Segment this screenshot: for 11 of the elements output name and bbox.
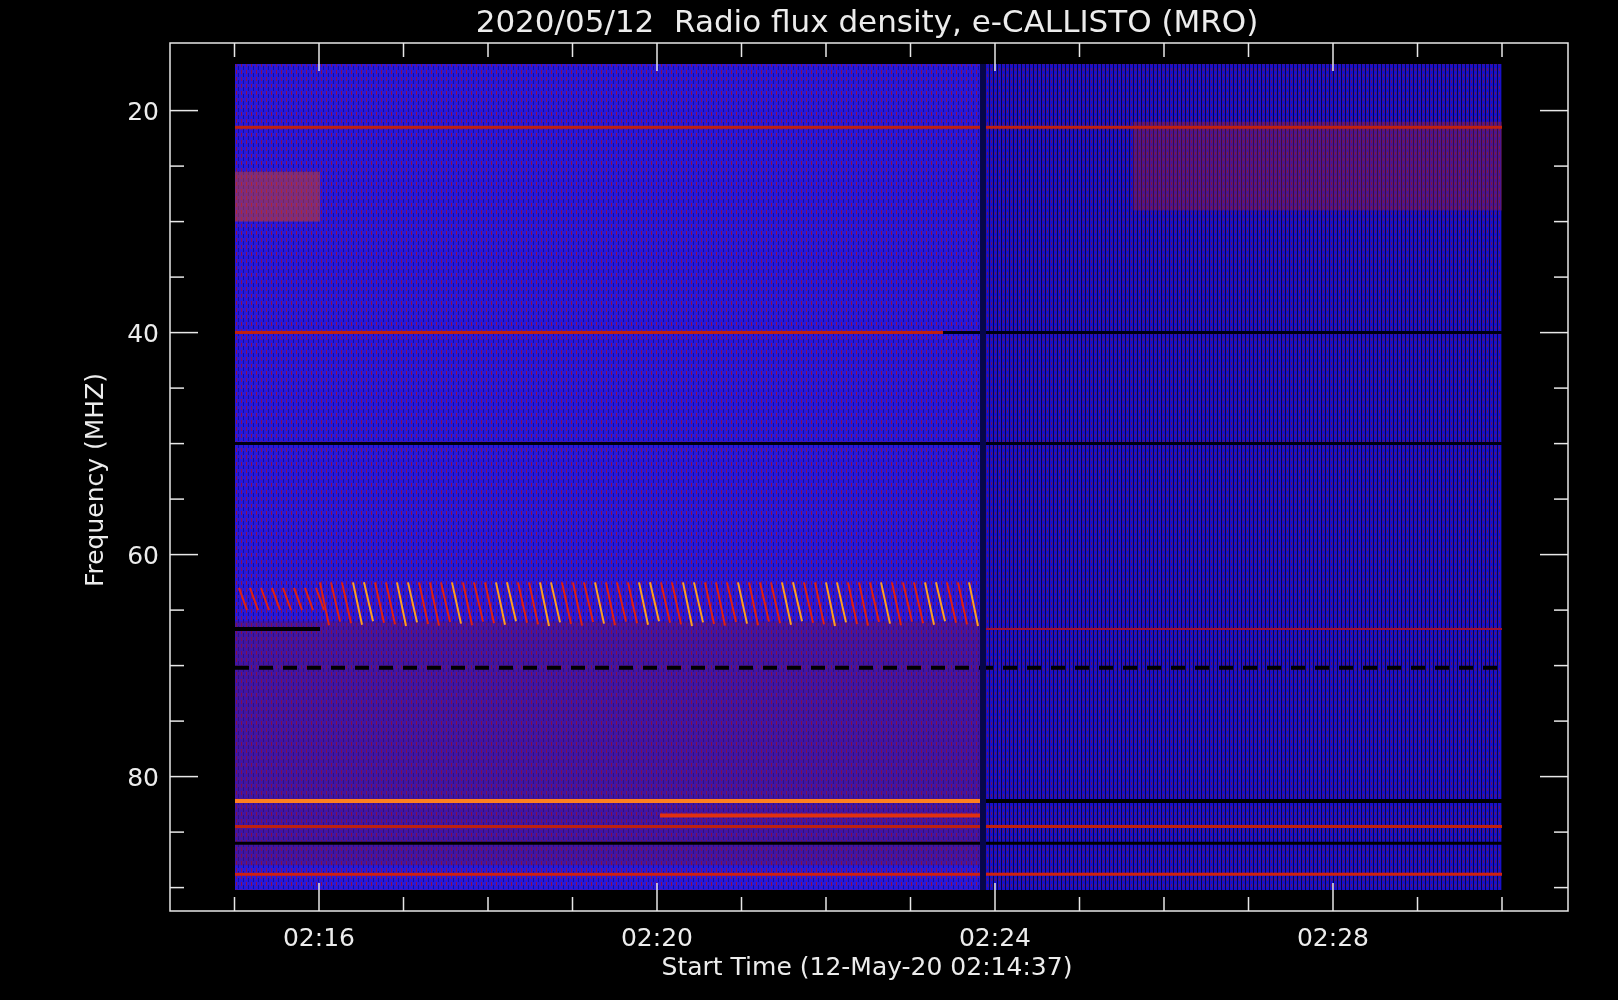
x-axis-label: Start Time (12-May-20 02:14:37) bbox=[661, 952, 1073, 981]
y-tick-label: 60 bbox=[127, 540, 159, 570]
x-tick-label: 02:28 bbox=[1297, 923, 1369, 952]
x-tick-label: 02:20 bbox=[621, 923, 693, 952]
y-axis-label: Frequency (MHZ) bbox=[80, 372, 109, 588]
y-tick-label: 80 bbox=[127, 762, 159, 792]
y-tick-label: 40 bbox=[127, 318, 159, 348]
y-tick-label: 20 bbox=[127, 96, 159, 126]
x-tick-label: 02:16 bbox=[283, 923, 355, 952]
x-tick-label: 02:24 bbox=[959, 923, 1031, 952]
plot-title: 2020/05/12 Radio flux density, e-CALLISTO (MRO) bbox=[475, 3, 1259, 39]
